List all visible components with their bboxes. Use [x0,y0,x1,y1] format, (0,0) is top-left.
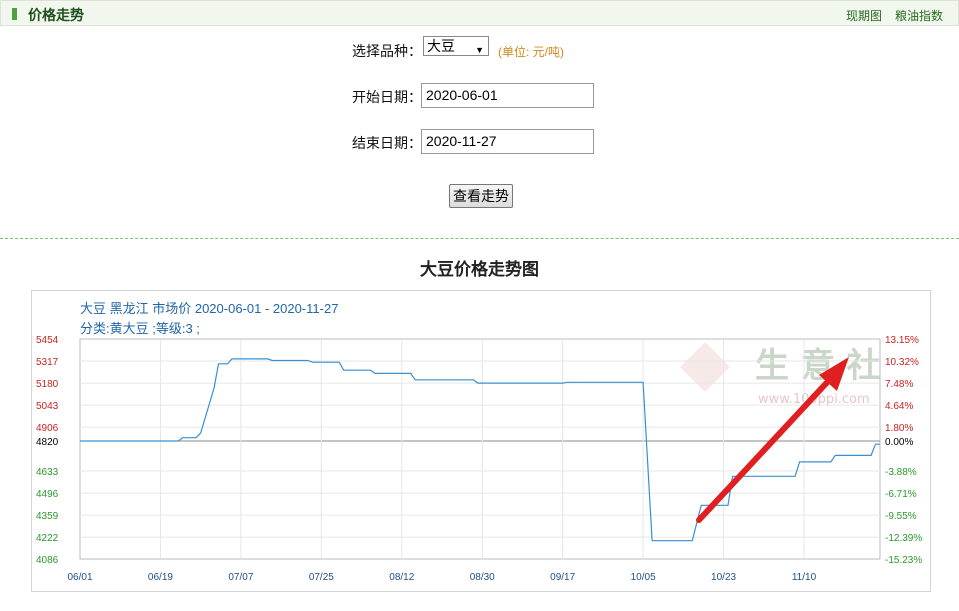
y-tick-right: 7.48% [885,379,913,390]
y-tick-right: -12.39% [885,533,922,544]
y-tick-right: 10.32% [885,357,919,368]
y-tick-left: 4633 [36,467,59,478]
x-tick-label: 06/19 [148,572,173,583]
y-tick-right: -3.88% [885,467,917,478]
x-tick-label: 10/23 [711,572,736,583]
y-tick-right: -15.23% [885,555,922,566]
y-tick-left: 4496 [36,489,59,500]
y-tick-right: 4.64% [885,401,913,412]
y-tick-left: 4906 [36,423,59,434]
y-tick-right: -9.55% [885,511,917,522]
y-tick-right: 1.80% [885,423,913,434]
x-tick-label: 07/07 [228,572,253,583]
x-tick-label: 07/25 [309,572,334,583]
y-tick-left: 5043 [36,401,59,412]
x-tick-label: 10/05 [631,572,656,583]
y-tick-left: 5180 [36,379,59,390]
y-tick-right: -6.71% [885,489,917,500]
y-tick-left: 4222 [36,533,59,544]
y-tick-left: 5454 [36,335,59,346]
price-series-line [80,358,880,542]
y-tick-right: 13.15% [885,335,919,346]
y-tick-left: 5317 [36,357,59,368]
x-tick-label: 06/01 [67,572,92,583]
x-tick-label: 08/12 [389,572,414,583]
x-tick-label: 09/17 [550,572,575,583]
watermark-text: 生 意 社 [755,346,881,386]
y-tick-left: 4359 [36,511,59,522]
y-tick-left: 4086 [36,555,59,566]
y-tick-right: 0.00% [885,437,913,448]
y-tick-left: 4820 [36,437,59,448]
price-chart: 生 意 社www.100ppi.com545413.15%531710.32%5… [36,335,922,583]
x-tick-label: 11/10 [792,572,817,583]
x-tick-label: 08/30 [470,572,495,583]
watermark-logo-shape [680,342,730,392]
